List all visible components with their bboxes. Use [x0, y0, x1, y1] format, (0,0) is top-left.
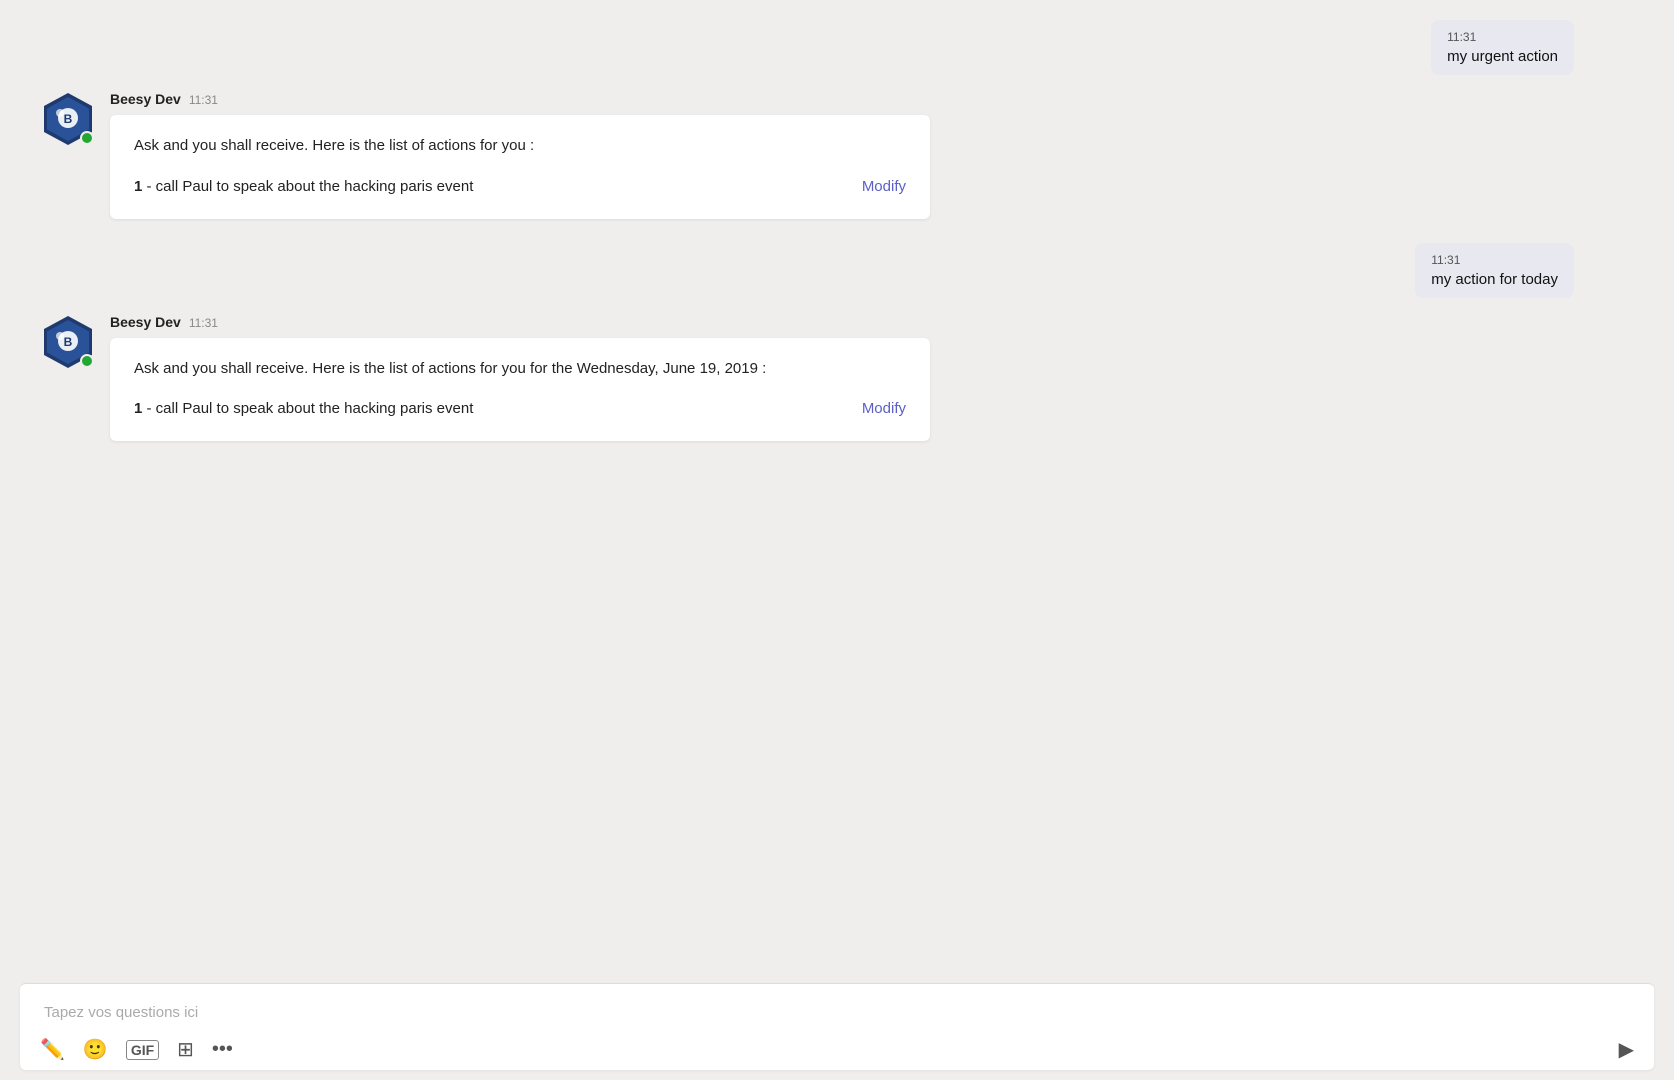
svg-text:B: B [64, 335, 73, 349]
message-card-4: Ask and you shall receive. Here is the l… [110, 338, 930, 442]
bubble-text-3: my action for today [1431, 271, 1558, 288]
message-time-2: 11:31 [189, 93, 218, 107]
incoming-message-2: B Beesy Dev 11:31 Ask and you shall rece… [40, 91, 1634, 219]
message-card-2: Ask and you shall receive. Here is the l… [110, 115, 930, 219]
input-area: Tapez vos questions ici ✏️ 🙂 GIF ⊞ ••• ▶ [20, 983, 1654, 1070]
status-dot-4 [80, 354, 94, 368]
message-body-2: Beesy Dev 11:31 Ask and you shall receiv… [110, 91, 930, 219]
send-icon[interactable]: ▶ [1619, 1037, 1634, 1062]
bubble-time-1: 11:31 [1447, 30, 1558, 44]
card-intro-2: Ask and you shall receive. Here is the l… [134, 135, 906, 158]
bubble-text-1: my urgent action [1447, 48, 1558, 65]
action-text-2-1: 1 - call Paul to speak about the hacking… [134, 178, 473, 195]
more-icon[interactable]: ••• [212, 1038, 233, 1061]
avatar-4: B [40, 314, 96, 370]
bubble-3: 11:31 my action for today [1415, 243, 1574, 298]
message-meta-2: Beesy Dev 11:31 [110, 91, 930, 107]
bubble-time-3: 11:31 [1431, 253, 1558, 267]
message-time-4: 11:31 [189, 316, 218, 330]
gif-icon[interactable]: GIF [126, 1040, 159, 1060]
sticker-icon[interactable]: ⊞ [177, 1037, 194, 1062]
input-toolbar: ✏️ 🙂 GIF ⊞ ••• ▶ [40, 1037, 1634, 1062]
outgoing-message-3: 11:31 my action for today [40, 243, 1634, 298]
card-intro-4: Ask and you shall receive. Here is the l… [134, 358, 906, 381]
emoji-icon[interactable]: 🙂 [83, 1037, 108, 1062]
action-item-4-1: 1 - call Paul to speak about the hacking… [134, 396, 906, 421]
message-meta-4: Beesy Dev 11:31 [110, 314, 930, 330]
input-placeholder[interactable]: Tapez vos questions ici [40, 996, 1634, 1029]
incoming-message-4: B Beesy Dev 11:31 Ask and you shall rece… [40, 314, 1634, 442]
message-body-4: Beesy Dev 11:31 Ask and you shall receiv… [110, 314, 930, 442]
sender-name-2: Beesy Dev [110, 91, 181, 107]
action-text-4-1: 1 - call Paul to speak about the hacking… [134, 400, 473, 417]
status-dot-2 [80, 131, 94, 145]
svg-text:B: B [64, 112, 73, 126]
outgoing-message-1: 11:31 my urgent action [40, 20, 1634, 75]
modify-button-2-1[interactable]: Modify [862, 178, 906, 195]
sender-name-4: Beesy Dev [110, 314, 181, 330]
pen-icon[interactable]: ✏️ [40, 1037, 65, 1062]
action-item-2-1: 1 - call Paul to speak about the hacking… [134, 174, 906, 199]
toolbar-left: ✏️ 🙂 GIF ⊞ ••• [40, 1037, 233, 1062]
bubble-1: 11:31 my urgent action [1431, 20, 1574, 75]
avatar-2: B [40, 91, 96, 147]
chat-container: 11:31 my urgent action B Beesy Dev 11:31… [0, 0, 1674, 983]
modify-button-4-1[interactable]: Modify [862, 400, 906, 417]
